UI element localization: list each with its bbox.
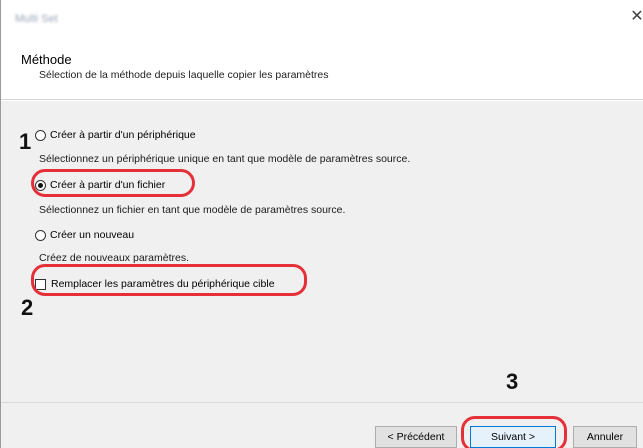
- option-description: Sélectionnez un périphérique unique en t…: [39, 153, 411, 165]
- page-subtitle: Sélection de la méthode depuis laquelle …: [39, 69, 329, 81]
- checkbox-label: Remplacer les paramètres du périphérique…: [51, 278, 275, 290]
- wizard-window: Multi Set ✕ Méthode Sélection de la méth…: [0, 0, 643, 448]
- radio-button[interactable]: [35, 129, 46, 141]
- radio-option-new[interactable]: Créer un nouveau: [35, 229, 134, 241]
- step-number-1: 1: [19, 129, 32, 154]
- cancel-button[interactable]: Annuler: [573, 426, 637, 448]
- wizard-footer: < Précédent Suivant > Annuler: [1, 402, 643, 448]
- next-button[interactable]: Suivant >: [470, 426, 556, 448]
- previous-button[interactable]: < Précédent: [375, 426, 457, 448]
- option-description: Sélectionnez un fichier en tant que modè…: [39, 204, 346, 216]
- option-description: Créez de nouveaux paramètres.: [39, 252, 189, 264]
- checkbox-box[interactable]: [35, 278, 46, 290]
- step-number-3: 3: [506, 369, 519, 394]
- radio-label: Créer un nouveau: [50, 229, 135, 241]
- replace-target-settings-checkbox[interactable]: Remplacer les paramètres du périphérique…: [35, 278, 275, 290]
- radio-label: Créer à partir d'un fichier: [50, 179, 166, 191]
- page-title: Méthode: [21, 52, 72, 67]
- wizard-header: Méthode Sélection de la méthode depuis l…: [1, 40, 643, 100]
- wizard-content: Créer à partir d'un périphérique Sélecti…: [1, 101, 643, 402]
- radio-button[interactable]: [35, 229, 46, 241]
- title-bar: Multi Set ✕: [1, 0, 643, 40]
- radio-button-selected[interactable]: [35, 179, 46, 191]
- radio-label: Créer à partir d'un périphérique: [50, 129, 196, 141]
- step-number-2: 2: [21, 295, 34, 320]
- radio-option-file[interactable]: Créer à partir d'un fichier: [35, 179, 165, 191]
- window-title: Multi Set: [15, 13, 58, 25]
- radio-option-device[interactable]: Créer à partir d'un périphérique: [35, 129, 196, 141]
- close-icon[interactable]: ✕: [630, 6, 643, 28]
